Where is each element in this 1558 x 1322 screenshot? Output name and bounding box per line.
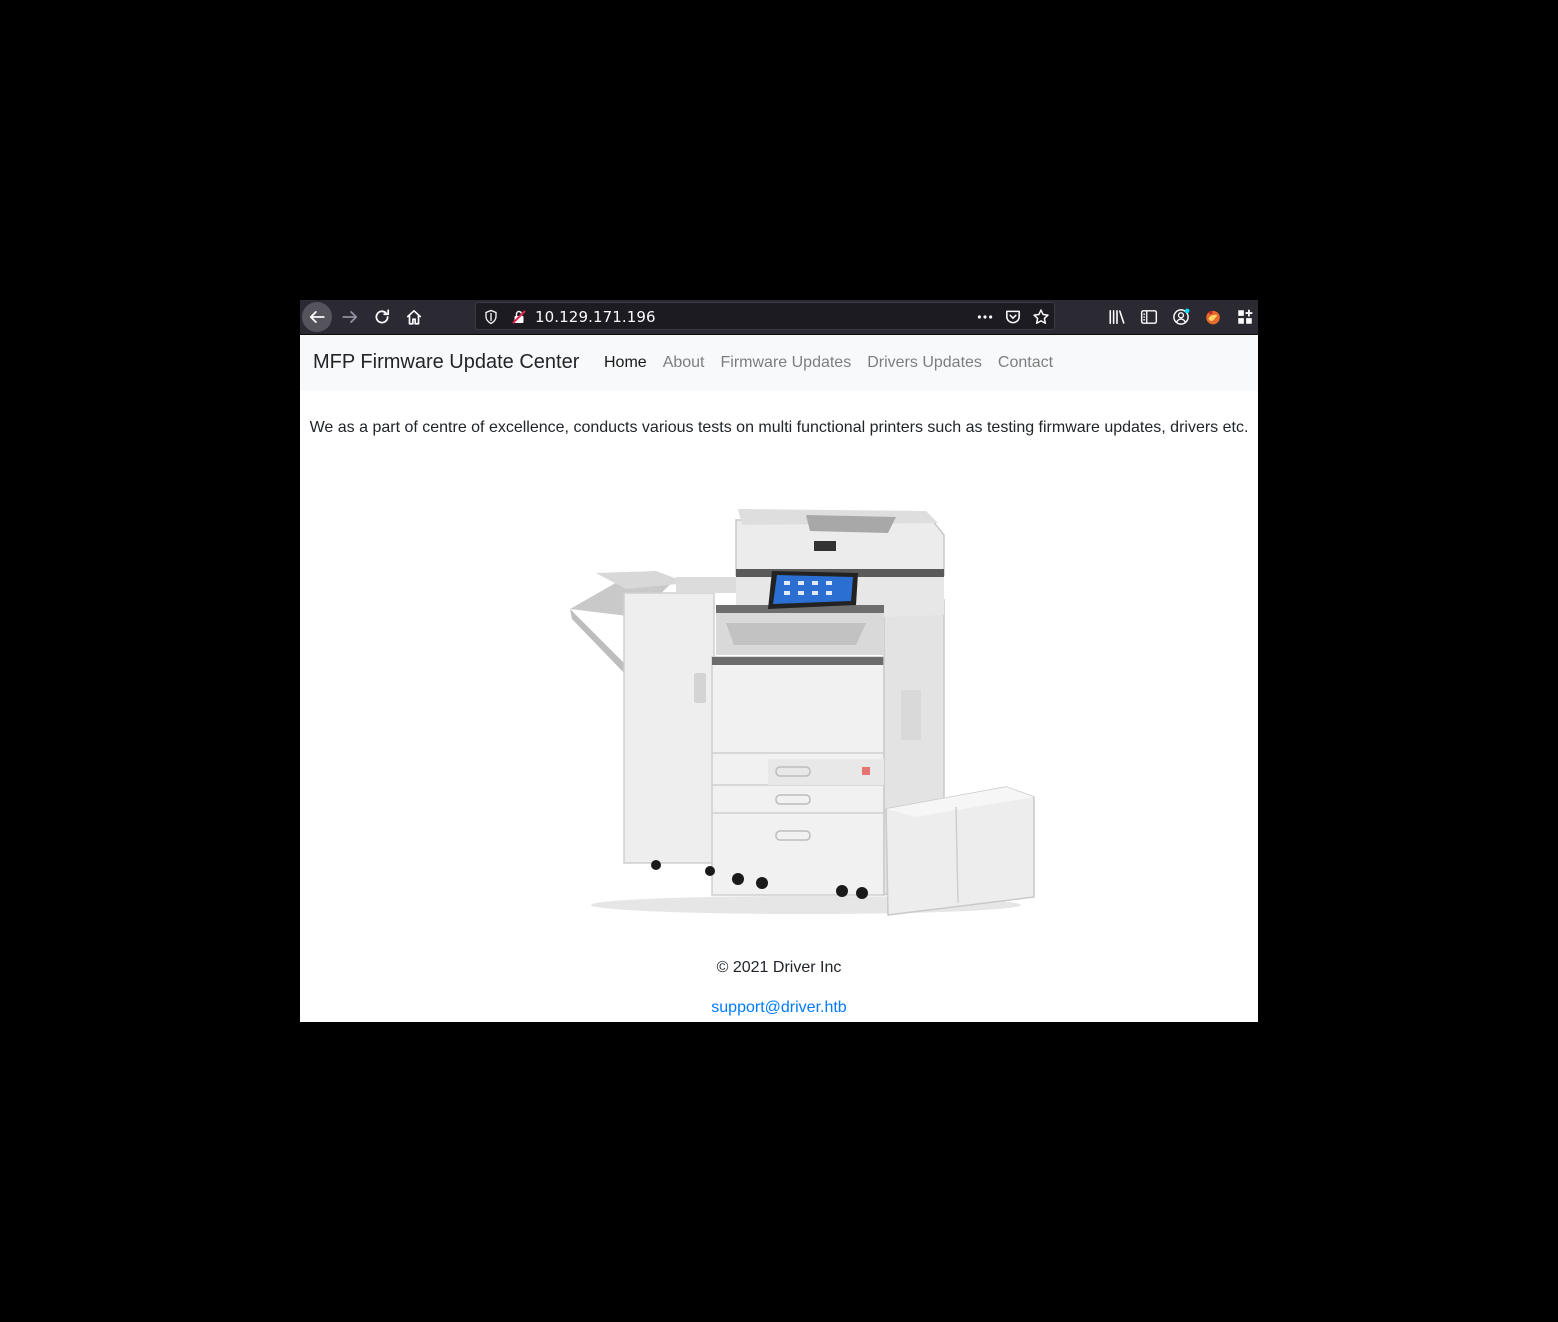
url-text[interactable]: 10.129.171.196 [535,308,656,326]
account-icon[interactable] [1169,305,1193,329]
nav-link-contact[interactable]: Contact [990,354,1061,372]
nav-link-home[interactable]: Home [596,354,655,372]
home-icon [406,309,422,325]
menu-icon[interactable] [1233,305,1257,329]
pocket-icon[interactable] [1002,307,1024,327]
site-brand[interactable]: MFP Firmware Update Center [313,351,579,374]
page-actions-icon[interactable] [974,307,996,327]
browser-window: 10.129.171.196 MFP Firmware Update Cente… [300,300,1258,1022]
reload-icon [375,309,390,324]
printer-image [570,509,1035,916]
sidebar-icon[interactable] [1137,305,1161,329]
browser-toolbar: 10.129.171.196 [300,300,1258,335]
footer-email-link[interactable]: support@driver.htb [300,999,1258,1017]
nav-link-drivers-updates[interactable]: Drivers Updates [859,354,990,372]
site-navbar: MFP Firmware Update Center Home About Fi… [300,335,1258,391]
back-arrow-icon [302,302,332,332]
nav-links: Home About Firmware Updates Drivers Upda… [596,354,1061,372]
nav-link-about[interactable]: About [655,354,713,372]
extension-icon[interactable] [1201,305,1225,329]
insecure-lock-icon[interactable] [510,308,528,326]
back-button[interactable] [301,301,333,333]
home-button[interactable] [398,301,430,333]
bookmark-star-icon[interactable] [1030,307,1052,327]
forward-arrow-icon [342,311,358,323]
nav-link-firmware-updates[interactable]: Firmware Updates [713,354,860,372]
tracking-shield-icon[interactable] [482,308,500,326]
url-bar[interactable]: 10.129.171.196 [475,302,1055,330]
library-icon[interactable] [1105,305,1129,329]
reload-button[interactable] [366,301,398,333]
footer-copyright: © 2021 Driver Inc [716,959,842,976]
intro-text: We as a part of centre of excellence, co… [309,419,1249,436]
forward-button[interactable] [334,301,366,333]
